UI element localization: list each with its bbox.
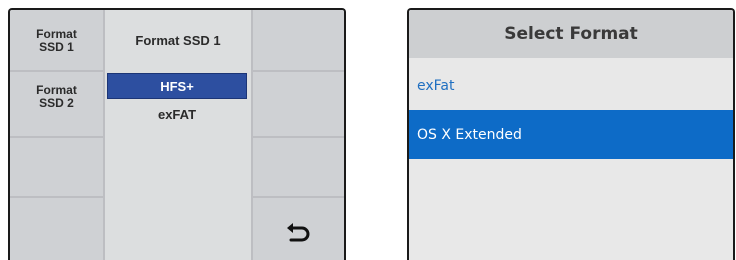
- menu-title: Select Format: [409, 10, 733, 58]
- option-exfat[interactable]: exFAT: [107, 101, 247, 127]
- return-arrow-icon: [286, 223, 309, 242]
- left-button-4[interactable]: [10, 198, 103, 260]
- menu-item-os-x-extended[interactable]: OS X Extended: [409, 110, 733, 159]
- option-hfs-plus[interactable]: HFS+: [107, 73, 247, 99]
- lcd-menu-panel: Select Format exFat OS X Extended: [407, 8, 735, 260]
- center-title: Format SSD 1: [135, 32, 221, 48]
- format-button-panel: Format SSD 1 Format SSD 2 Format SSD 1 H…: [8, 8, 346, 260]
- menu-item-exfat[interactable]: exFat: [409, 61, 733, 110]
- format-ssd1-button[interactable]: Format SSD 1: [10, 10, 103, 70]
- right-button-1[interactable]: [253, 10, 344, 70]
- return-button[interactable]: [253, 198, 344, 260]
- format-ssd2-button[interactable]: Format SSD 2: [10, 72, 103, 136]
- right-button-3[interactable]: [253, 138, 344, 196]
- left-button-3[interactable]: [10, 138, 103, 196]
- format-selection-column: Format SSD 1 HFS+ exFAT: [105, 10, 251, 260]
- right-button-2[interactable]: [253, 72, 344, 136]
